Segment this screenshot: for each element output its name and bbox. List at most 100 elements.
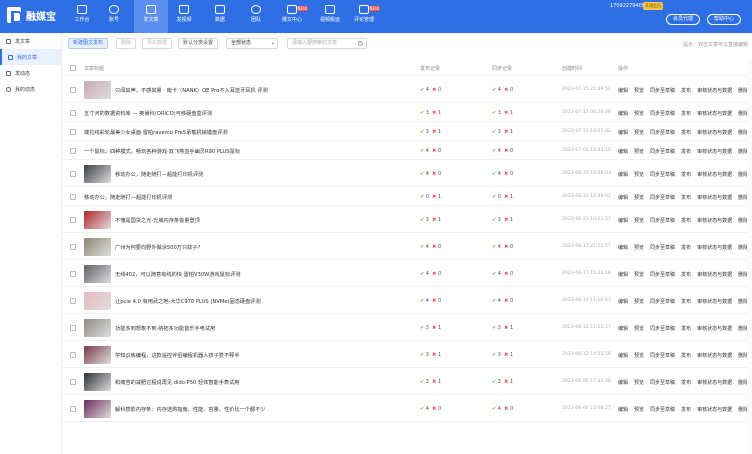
nav-post-article[interactable]: 发文章: [134, 0, 168, 33]
preview-link[interactable]: 预览: [634, 149, 644, 155]
preview-link[interactable]: 预览: [634, 130, 644, 136]
article-thumbnail[interactable]: [84, 211, 111, 229]
nav-account[interactable]: 账号: [98, 5, 130, 29]
publish-link[interactable]: 发布: [681, 353, 691, 359]
status-select[interactable]: 全部状态 ▾: [226, 38, 278, 49]
article-title[interactable]: 功能多到想象不到·纳拓多功能音乐手电试用: [115, 325, 215, 332]
publish-link[interactable]: 发布: [681, 195, 691, 201]
sync-record[interactable]: ✔ 4 ✖ 0: [492, 298, 513, 304]
table-row[interactable]: 让pcie 4.0 有用武之地-大华C970 PLUS (NVMe)固态硬盘评测…: [62, 287, 752, 314]
row-checkbox[interactable]: [70, 379, 76, 385]
sync-record[interactable]: ✔ 0 ✖ 1: [492, 194, 513, 200]
sync-draft-link[interactable]: 同步至草稿: [650, 130, 675, 136]
nav-workbench[interactable]: 工作台: [66, 5, 98, 29]
edit-link[interactable]: 编辑: [618, 245, 628, 251]
sync-draft-link[interactable]: 同步至草稿: [650, 353, 675, 359]
publish-link[interactable]: 发布: [681, 218, 691, 224]
publish-link[interactable]: 发布: [681, 326, 691, 332]
article-thumbnail[interactable]: [84, 165, 111, 183]
publish-record[interactable]: ✔ 4 ✖ 0: [420, 171, 441, 177]
publish-record[interactable]: ✔ 4 ✖ 0: [420, 244, 441, 250]
scrollbar[interactable]: [747, 60, 752, 454]
publish-link[interactable]: 发布: [681, 407, 691, 413]
publish-record[interactable]: ✔ 3 ✖ 1: [420, 217, 441, 223]
row-checkbox[interactable]: [70, 110, 76, 116]
table-row[interactable]: 学知识练编程，这款遥控伴侣编程机器人孩子爱不释手 ✔ 3 ✖ 1 ✔ 3 ✖ 1 20…: [62, 341, 752, 368]
sync-record[interactable]: ✔ 3 ✖ 1: [492, 110, 513, 116]
edit-link[interactable]: 编辑: [618, 130, 628, 136]
sync-record[interactable]: ✔ 4 ✖ 0: [492, 148, 513, 154]
table-row[interactable]: 只闻其声，不感其累 · 南卡（NANK）OE Pro不入耳蓝牙耳机 评测 ✔ 4 …: [62, 76, 752, 103]
sidebar-item-my-updates[interactable]: 我的动态: [0, 81, 61, 97]
sync-draft-link[interactable]: 同步至草稿: [650, 172, 675, 178]
article-thumbnail[interactable]: [84, 400, 111, 418]
vip-tag[interactable]: 开通会员: [643, 2, 663, 10]
article-title[interactable]: 学知识练编程，这款遥控伴侣编程机器人孩子爱不释手: [115, 352, 240, 359]
sync-record[interactable]: ✔ 3 ✖ 1: [492, 379, 513, 385]
preview-link[interactable]: 预览: [634, 272, 644, 278]
review-status-link[interactable]: 审核状态与数据: [697, 172, 732, 178]
article-title[interactable]: 移动办公，随走随打—超能打印机评测: [115, 171, 203, 178]
row-checkbox[interactable]: [70, 217, 76, 223]
edit-link[interactable]: 编辑: [618, 407, 628, 413]
edit-link[interactable]: 编辑: [618, 299, 628, 305]
publish-record[interactable]: ✔ 4 ✖ 0: [420, 271, 441, 277]
article-thumbnail[interactable]: [84, 346, 111, 364]
sidebar-item-post-article[interactable]: 发文章: [0, 33, 61, 49]
preview-link[interactable]: 预览: [634, 380, 644, 386]
search-input[interactable]: 请输入要搜索的文章: [287, 38, 367, 49]
review-status-link[interactable]: 审核状态与数据: [697, 326, 732, 332]
sync-record[interactable]: ✔ 4 ✖ 0: [492, 406, 513, 412]
preview-link[interactable]: 预览: [634, 172, 644, 178]
review-status-link[interactable]: 审核状态与数据: [697, 149, 732, 155]
export-data-button[interactable]: 导出数据: [142, 38, 173, 49]
sync-draft-link[interactable]: 同步至草稿: [650, 195, 675, 201]
nav-video-transport[interactable]: 视频搬运: [312, 5, 348, 29]
review-status-link[interactable]: 审核状态与数据: [697, 272, 732, 278]
row-checkbox[interactable]: [70, 271, 76, 277]
article-title[interactable]: 一个鼠标，四种模式，畅玩各种游戏·双飞燕血手幽灵R90 PLUS鼠标: [84, 148, 240, 155]
publish-record[interactable]: ✔ 4 ✖ 0: [420, 298, 441, 304]
sync-record[interactable]: ✔ 3 ✖ 1: [492, 217, 513, 223]
row-checkbox[interactable]: [70, 171, 76, 177]
sync-record[interactable]: ✔ 3 ✖ 1: [492, 129, 513, 135]
article-title[interactable]: 端拉线彩轮最美少女桌面·雷柏ravemo Pre5承载机械键盘评测: [84, 129, 228, 136]
review-status-link[interactable]: 审核状态与数据: [697, 353, 732, 359]
publish-link[interactable]: 发布: [681, 149, 691, 155]
edit-link[interactable]: 编辑: [618, 326, 628, 332]
publish-record[interactable]: ✔ 3 ✖ 1: [420, 352, 441, 358]
article-thumbnail[interactable]: [84, 373, 111, 391]
sync-draft-link[interactable]: 同步至草稿: [650, 407, 675, 413]
sync-draft-link[interactable]: 同步至草稿: [650, 380, 675, 386]
sync-draft-link[interactable]: 同步至草稿: [650, 326, 675, 332]
table-row[interactable]: 广州为何要向野外做涂500万只蚊子? ✔ 4 ✖ 0 ✔ 4 ✖ 0 2023-06-…: [62, 233, 752, 260]
review-status-link[interactable]: 审核状态与数据: [697, 111, 732, 117]
article-title[interactable]: 五寸河的数据资料库 — 奥睿科(ORICO)可移硬盘盒评测: [84, 110, 212, 117]
review-status-link[interactable]: 审核状态与数据: [697, 130, 732, 136]
publish-record[interactable]: ✔ 4 ✖ 0: [420, 148, 441, 154]
article-thumbnail[interactable]: [84, 292, 111, 310]
preview-link[interactable]: 预览: [634, 299, 644, 305]
article-thumbnail[interactable]: [84, 265, 111, 283]
table-row[interactable]: 无线402，可以随意有线的快·雷柏V30W游戏鼠标评测 ✔ 4 ✖ 0 ✔ 4 ✖ …: [62, 260, 752, 287]
preview-link[interactable]: 预览: [634, 111, 644, 117]
sync-draft-link[interactable]: 同步至草稿: [650, 272, 675, 278]
publish-link[interactable]: 发布: [681, 272, 691, 278]
table-row[interactable]: 移动办公，随走随打—超能打印机评测 ✔ 0 ✖ 1 ✔ 0 ✖ 1 2023-06-3…: [62, 187, 752, 206]
sync-draft-link[interactable]: 同步至草稿: [650, 149, 675, 155]
table-row[interactable]: 解科感影内存条：内存选购指南、性能、容量、性价比一个都不少 ✔ 4 ✖ 0 ✔ 4 …: [62, 395, 752, 422]
help-center-button[interactable]: 帮助中心: [707, 14, 742, 25]
article-title[interactable]: 解科感影内存条：内存选购指南、性能、容量、性价比一个都不少: [115, 406, 265, 413]
article-title[interactable]: 移动办公，随走随打—超能打印机评测: [84, 194, 172, 201]
publish-record[interactable]: ✔ 4 ✖ 0: [420, 87, 441, 93]
sync-draft-link[interactable]: 同步至草稿: [650, 245, 675, 251]
publish-link[interactable]: 发布: [681, 245, 691, 251]
article-title[interactable]: 无线402，可以随意有线的快·雷柏V30W游戏鼠标评测: [115, 271, 240, 278]
edit-link[interactable]: 编辑: [618, 149, 628, 155]
review-status-link[interactable]: 审核状态与数据: [697, 299, 732, 305]
sync-record[interactable]: ✔ 4 ✖ 0: [492, 244, 513, 250]
article-thumbnail[interactable]: [84, 319, 111, 337]
default-category-button[interactable]: 默认分类设置: [178, 38, 219, 49]
article-thumbnail[interactable]: [84, 238, 111, 256]
publish-link[interactable]: 发布: [681, 380, 691, 386]
